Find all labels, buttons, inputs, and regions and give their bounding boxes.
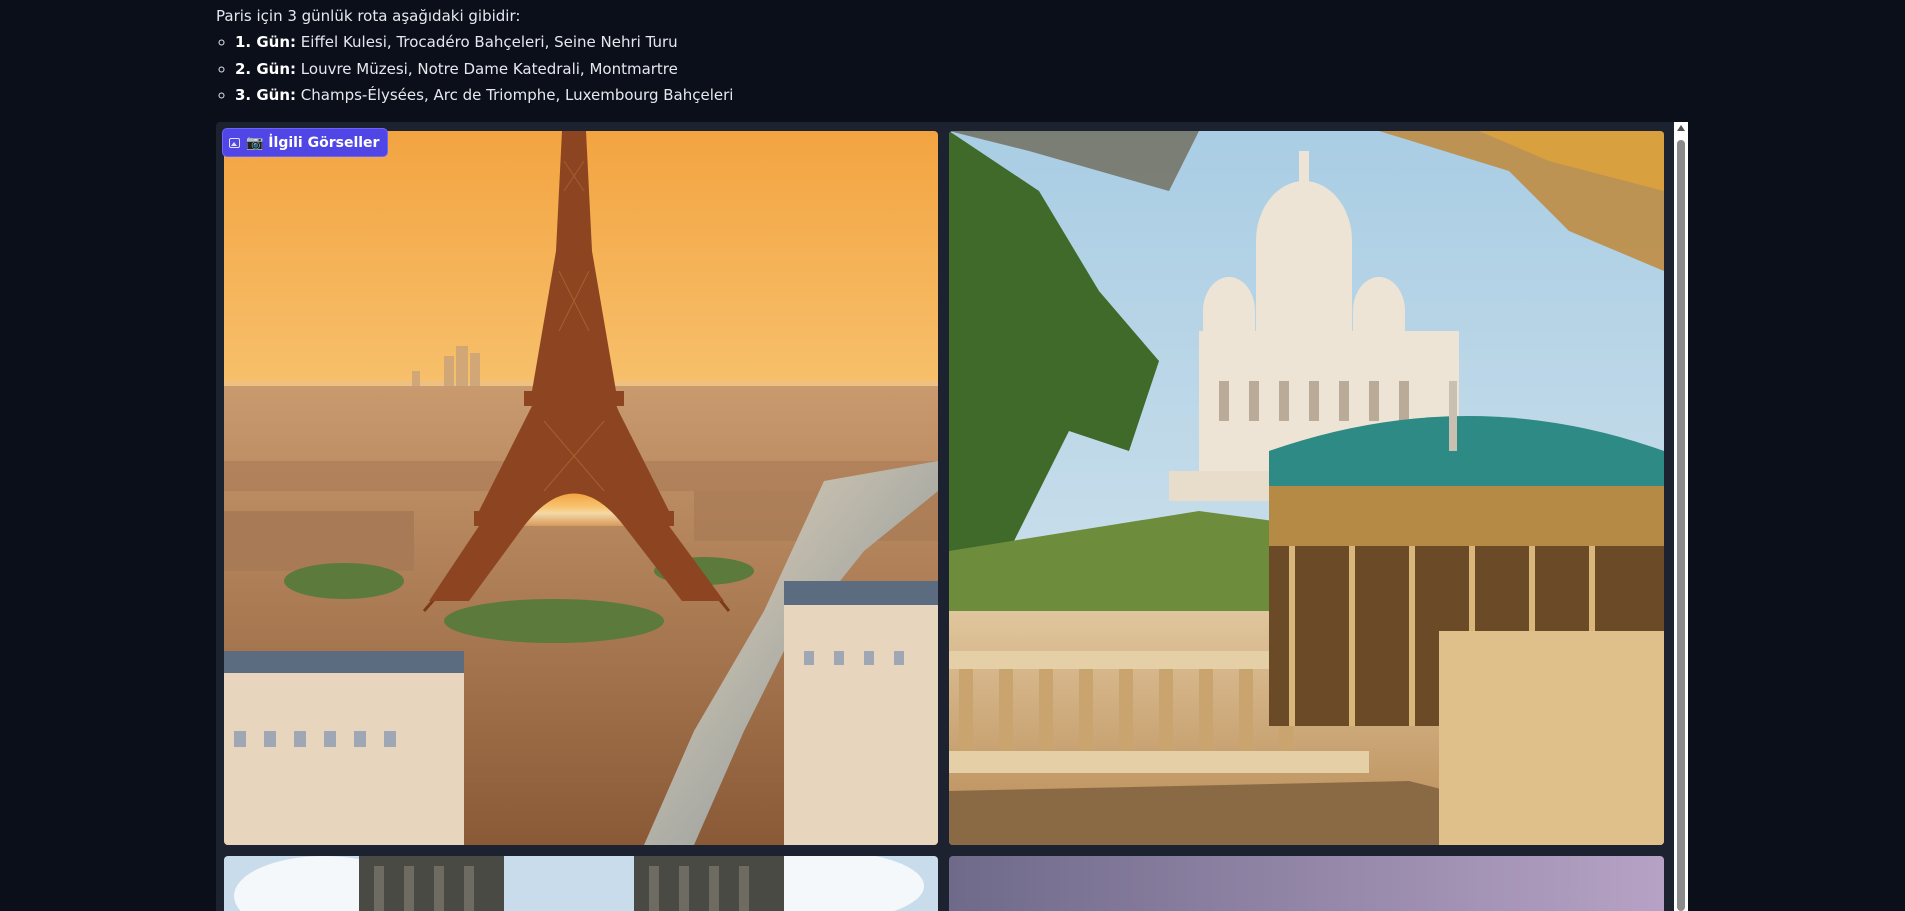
image-icon bbox=[229, 137, 240, 148]
route-day-label: 3. Gün: bbox=[235, 86, 297, 104]
route-day-1: 1. Gün: Eiffel Kulesi, Trocadéro Bahçele… bbox=[235, 29, 1686, 56]
gallery-image-sacre-coeur[interactable] bbox=[949, 131, 1664, 845]
scrollbar-thumb[interactable] bbox=[1677, 140, 1685, 911]
assistant-message: Paris için 3 günlük rota aşağıdaki gibid… bbox=[216, 0, 1686, 109]
route-day-text: Eiffel Kulesi, Trocadéro Bahçeleri, Sein… bbox=[296, 33, 678, 51]
scroll-up-icon[interactable] bbox=[1677, 125, 1685, 131]
route-day-2: 2. Gün: Louvre Müzesi, Notre Dame Katedr… bbox=[235, 56, 1686, 83]
paris-dusk-photo bbox=[949, 856, 1664, 911]
sacre-coeur-photo bbox=[949, 131, 1664, 845]
eiffel-tower-photo bbox=[224, 131, 938, 845]
gallery-image-notre-dame[interactable] bbox=[224, 856, 938, 911]
route-list: 1. Gün: Eiffel Kulesi, Trocadéro Bahçele… bbox=[216, 29, 1686, 109]
gallery-image-paris-dusk[interactable] bbox=[949, 856, 1664, 911]
badge-label: 📷 İlgili Görseller bbox=[246, 134, 380, 151]
route-day-text: Champs-Élysées, Arc de Triomphe, Luxembo… bbox=[296, 86, 734, 104]
gallery-scrollbar[interactable] bbox=[1674, 122, 1688, 911]
route-day-label: 1. Gün: bbox=[235, 33, 297, 51]
message-intro: Paris için 3 günlük rota aşağıdaki gibid… bbox=[216, 7, 521, 25]
related-images-badge: 📷 İlgili Görseller bbox=[222, 128, 389, 157]
image-gallery[interactable]: 📷 İlgili Görseller bbox=[216, 122, 1688, 911]
notre-dame-photo bbox=[224, 856, 938, 911]
gallery-image-eiffel-tower[interactable] bbox=[224, 131, 938, 845]
route-day-label: 2. Gün: bbox=[235, 59, 297, 78]
route-day-text: Louvre Müzesi, Notre Dame Katedrali, Mon… bbox=[296, 59, 678, 78]
route-day-3: 3. Gün: Champs-Élysées, Arc de Triomphe,… bbox=[235, 82, 1686, 109]
